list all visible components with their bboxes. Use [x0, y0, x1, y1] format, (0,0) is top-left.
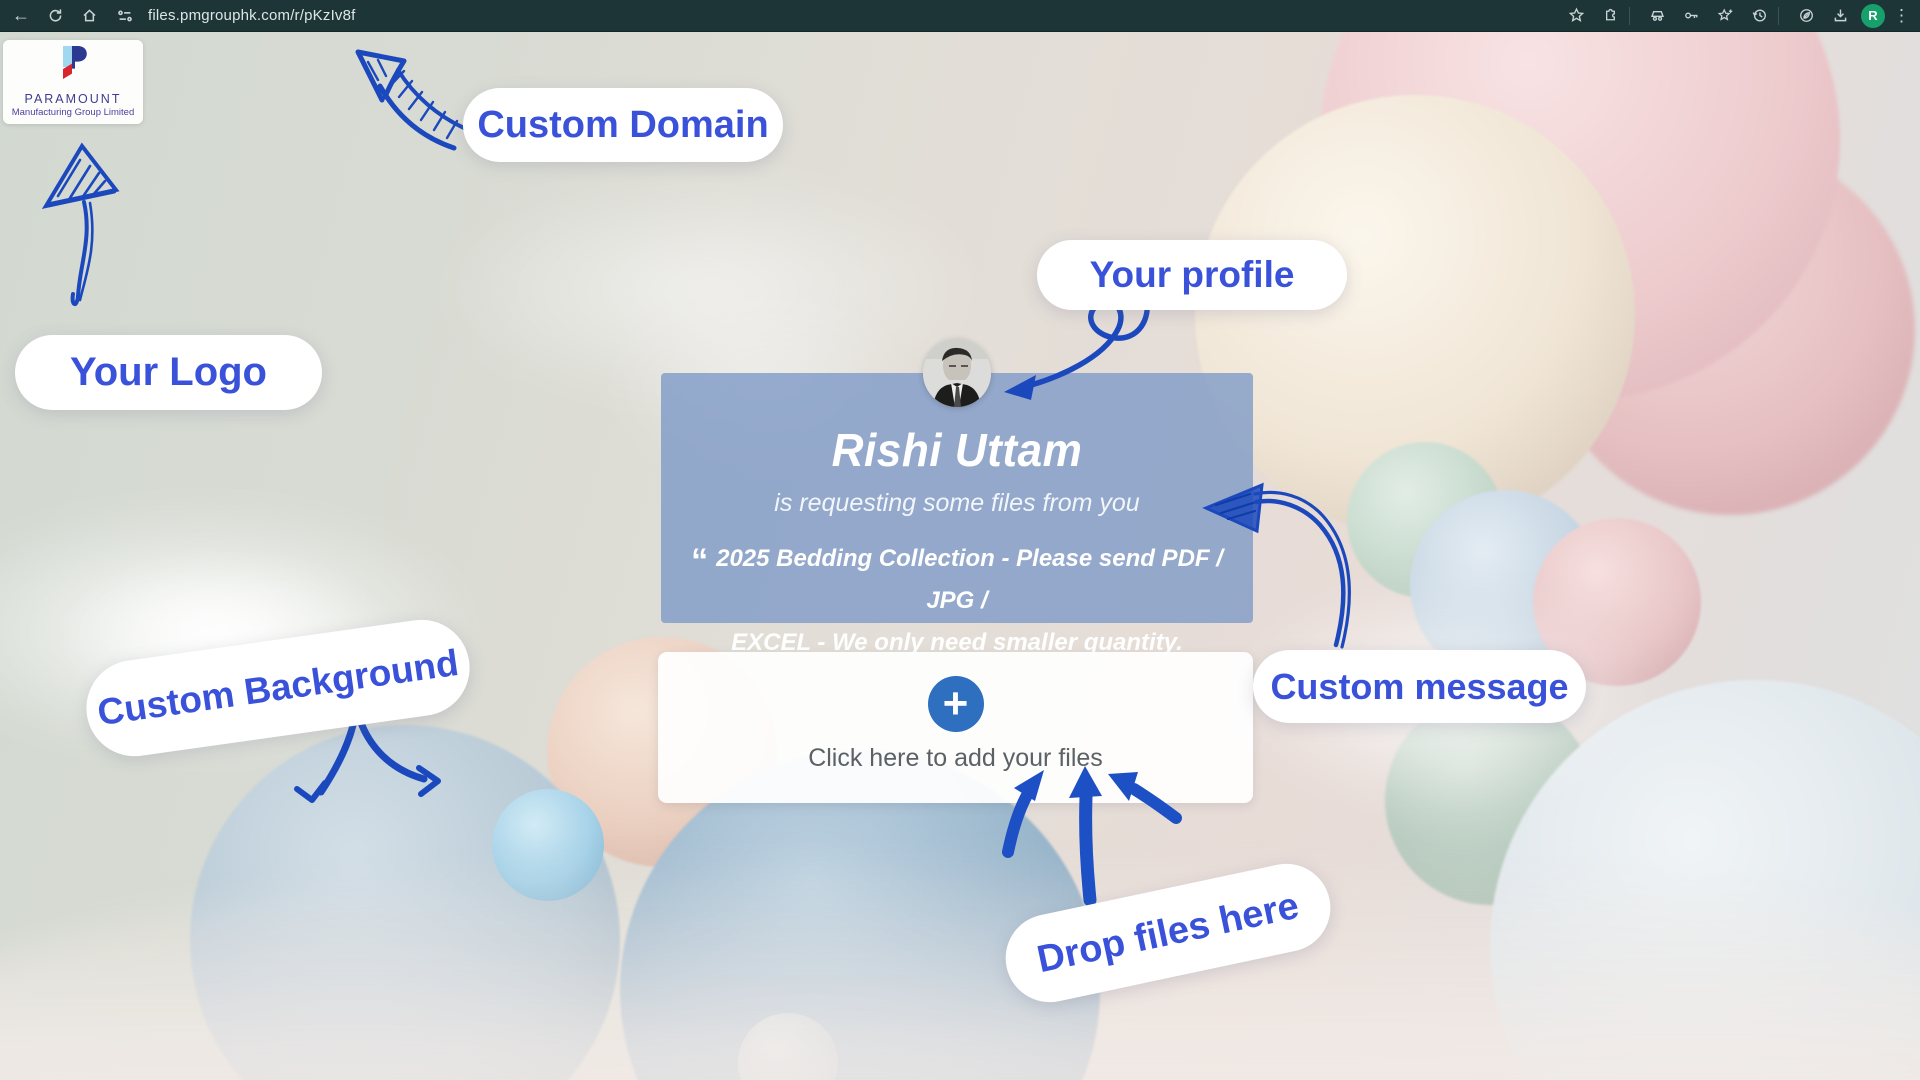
- back-icon[interactable]: ←: [8, 3, 34, 29]
- your-logo-arrow: [46, 146, 116, 304]
- browser-menu-kebab-icon[interactable]: ⋮: [1893, 6, 1910, 26]
- request-subtitle: is requesting some files from you: [661, 489, 1253, 518]
- annotation-your-profile: Your profile: [1037, 240, 1347, 310]
- annotation-custom-message: Custom message: [1253, 650, 1586, 723]
- toolbar-divider: [1629, 7, 1630, 25]
- url-text[interactable]: files.pmgrouphk.com/r/pKzIv8f: [148, 7, 356, 24]
- toolbar-right: R ⋮: [1555, 3, 1920, 29]
- extension-key-icon[interactable]: [1678, 3, 1704, 29]
- custom-message-text: “2025 Bedding Collection - Please send P…: [661, 534, 1253, 664]
- requester-avatar: [923, 339, 991, 407]
- company-logo-card: PARAMOUNT Manufacturing Group Limited: [3, 40, 143, 124]
- message-line-1: 2025 Bedding Collection - Please send PD…: [716, 545, 1223, 614]
- toolbar-divider: [1778, 7, 1779, 25]
- bookmark-star-icon[interactable]: [1563, 3, 1589, 29]
- quote-icon: “: [691, 542, 708, 580]
- extension-car-icon[interactable]: [1644, 3, 1670, 29]
- extension-star-sparkle-icon[interactable]: [1712, 3, 1738, 29]
- company-name: PARAMOUNT: [25, 92, 122, 106]
- browser-toolbar: ← files.pmgrouphk.com/r/pKzIv8f: [0, 0, 1920, 32]
- file-request-card: Rishi Uttam is requesting some files fro…: [661, 373, 1253, 623]
- url-bar[interactable]: files.pmgrouphk.com/r/pKzIv8f: [112, 3, 356, 29]
- performance-leaf-icon[interactable]: [1793, 3, 1819, 29]
- paramount-logo-mark-icon: [51, 45, 95, 90]
- file-upload-dropzone[interactable]: + Click here to add your files: [658, 652, 1253, 803]
- requester-name: Rishi Uttam: [673, 423, 1241, 477]
- upload-instruction-label: Click here to add your files: [658, 744, 1253, 773]
- download-icon[interactable]: [1827, 3, 1853, 29]
- add-files-plus-button[interactable]: +: [928, 676, 984, 732]
- home-icon[interactable]: [76, 3, 102, 29]
- extensions-puzzle-icon[interactable]: [1597, 3, 1623, 29]
- history-clock-icon[interactable]: [1746, 3, 1772, 29]
- company-subtitle: Manufacturing Group Limited: [12, 107, 135, 118]
- annotation-custom-domain: Custom Domain: [463, 88, 783, 162]
- page: ← files.pmgrouphk.com/r/pKzIv8f: [0, 0, 1920, 1080]
- custom-domain-arrow: [358, 52, 464, 148]
- annotation-your-logo: Your Logo: [15, 335, 322, 410]
- browser-profile-avatar[interactable]: R: [1861, 4, 1885, 28]
- refresh-icon[interactable]: [42, 3, 68, 29]
- site-info-icon[interactable]: [112, 3, 138, 29]
